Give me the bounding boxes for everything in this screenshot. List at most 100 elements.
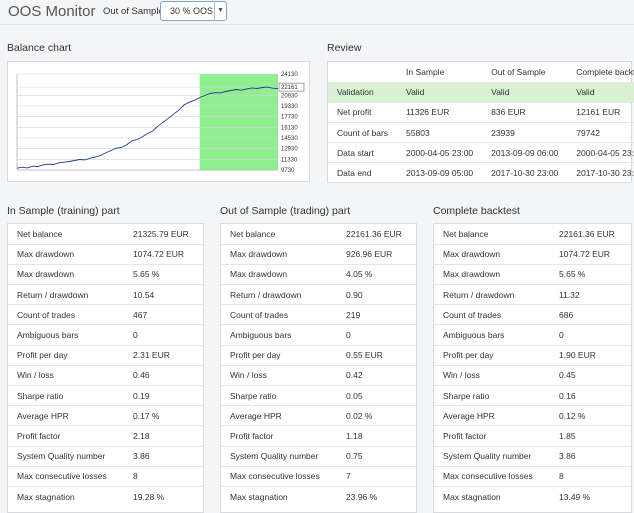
stats-label: Profit factor <box>434 425 550 447</box>
balance-chart-title: Balance chart <box>7 42 72 54</box>
chevron-down-icon: ▼ <box>214 1 226 21</box>
stats-value: 686 <box>550 304 631 325</box>
stats-label: Win / loss <box>434 364 550 386</box>
stats-label: Average HPR <box>221 405 337 426</box>
stats-value: 19.28 % <box>124 485 203 507</box>
stats-row: Profit factor 1.18 <box>221 425 416 447</box>
review-header-row: In Sample Out of Sample Complete backtest <box>328 62 634 82</box>
review-cell: 2013-09-09 05:00 <box>397 162 483 184</box>
stats-label: Win / loss <box>221 364 337 386</box>
stats-label: Sharpe ratio <box>434 384 550 406</box>
stats-title: Out of Sample (trading) part <box>220 205 351 217</box>
stats-label: System Quality number <box>8 445 124 467</box>
review-cell: 2017-10-30 23:00 <box>482 162 568 184</box>
stats-label: Max drawdown <box>8 263 124 285</box>
stats-row: Max drawdown 5.65 % <box>8 263 203 285</box>
stats-label: Average HPR <box>8 405 124 426</box>
review-cell: 79742 <box>567 122 634 143</box>
stats-label: Ambiguous bars <box>221 324 337 346</box>
stats-label: Max drawdown <box>221 263 337 285</box>
stats-value: 4.05 % <box>337 263 416 285</box>
balance-chart: 24130 22161 20930 19330 17730 16130 14530 12930… <box>16 72 305 174</box>
review-cell: 23939 <box>482 122 568 143</box>
stats-label: Return / drawdown <box>434 284 550 305</box>
stats-table: Net balance 21325.79 EUR Max drawdown 1074.… <box>8 224 203 507</box>
stats-label: Max stagnation <box>221 485 337 507</box>
review-cell: 12161 EUR <box>567 101 634 123</box>
stats-row: Ambiguous bars 0 <box>8 324 203 346</box>
stats-row: Average HPR 0.02 % <box>221 405 416 426</box>
stats-row: Sharpe ratio 0.16 <box>434 384 631 406</box>
stats-row: Average HPR 0.17 % <box>8 405 203 426</box>
stats-label: Max drawdown <box>8 243 124 265</box>
stats-value: 0.75 <box>337 445 416 467</box>
stats-row: Profit factor 1.85 <box>434 425 631 447</box>
review-cell: Valid <box>397 81 483 103</box>
y-tick-label: 20930 <box>281 93 298 99</box>
stats-value: 5.65 % <box>124 263 203 285</box>
stats-row: System Quality number 3.86 <box>434 445 631 467</box>
stats-panel: Net balance 22161.36 EUR Max drawdown 1074.… <box>433 223 632 513</box>
stats-value: 0.17 % <box>124 405 203 426</box>
stats-value: 11.32 <box>550 284 631 305</box>
review-col-header: In Sample <box>406 66 445 77</box>
stats-label: Max drawdown <box>434 243 550 265</box>
stats-row: System Quality number 0.75 <box>221 445 416 467</box>
stats-label: Ambiguous bars <box>8 324 124 346</box>
stats-row: Return / drawdown 10.54 <box>8 284 203 305</box>
y-tick-label: 16130 <box>281 125 298 131</box>
stats-value: 7 <box>337 465 416 487</box>
stats-row: Max stagnation 19.28 % <box>8 485 203 507</box>
stats-row: Max stagnation 23.96 % <box>221 485 416 507</box>
review-row: Count of bars 55803 23939 79742 <box>328 122 634 143</box>
stats-label: Max drawdown <box>221 243 337 265</box>
stats-row: Sharpe ratio 0.05 <box>221 384 416 406</box>
stats-value: 0.02 % <box>337 405 416 426</box>
stats-row: Max drawdown 926.96 EUR <box>221 243 416 265</box>
stats-label: Sharpe ratio <box>8 384 124 406</box>
y-tick-label: 11330 <box>281 157 298 163</box>
stats-title: In Sample (training) part <box>7 205 120 217</box>
stats-label: Count of trades <box>8 304 124 325</box>
stats-row: Ambiguous bars 0 <box>221 324 416 346</box>
stats-table: Net balance 22161.36 EUR Max drawdown 1074.… <box>434 224 631 507</box>
stats-value: 2.31 EUR <box>124 344 203 366</box>
stats-row: Max consecutive losses 8 <box>8 465 203 487</box>
stats-row: Profit per day 2.31 EUR <box>8 344 203 366</box>
review-title: Review <box>327 42 362 54</box>
stats-row: Max stagnation 13.49 % <box>434 485 631 507</box>
stats-value: 219 <box>337 304 416 325</box>
y-tick-label: 22161 <box>281 85 298 91</box>
stats-row: System Quality number 3.86 <box>8 445 203 467</box>
stats-row: Profit per day 1.90 EUR <box>434 344 631 366</box>
stats-label: Profit per day <box>434 344 550 366</box>
review-cell: 55803 <box>397 122 483 143</box>
stats-value: 1074.72 EUR <box>124 243 203 265</box>
review-cell: 2000-04-05 23:00 <box>567 142 634 163</box>
oos-select-value: 30 % OOS <box>170 6 214 16</box>
stats-label: System Quality number <box>221 445 337 467</box>
stats-row: Max consecutive losses 7 <box>221 465 416 487</box>
stats-value: 8 <box>124 465 203 487</box>
y-tick-label: 12930 <box>281 147 298 153</box>
stats-label: Net balance <box>230 228 276 239</box>
balance-chart-panel: 24130 22161 20930 19330 17730 16130 14530 12930… <box>7 61 310 182</box>
oos-select[interactable]: 30 % OOS ▼ <box>160 1 227 21</box>
review-panel: In Sample Out of Sample Complete backtest V… <box>327 61 634 184</box>
stats-value: 2.18 <box>124 425 203 447</box>
stats-value: 1.90 EUR <box>550 344 631 366</box>
stats-label: Count of trades <box>434 304 550 325</box>
stats-label: Max consecutive losses <box>221 465 337 487</box>
stats-value: 10.54 <box>124 284 203 305</box>
app-title: OOS Monitor <box>8 3 96 20</box>
review-cell: Data start <box>328 142 398 163</box>
y-tick-label: 14530 <box>281 136 298 142</box>
stats-label: Count of trades <box>221 304 337 325</box>
stats-label: Net balance <box>443 228 489 239</box>
stats-value: 13.49 % <box>550 485 631 507</box>
stats-value: 0.42 <box>337 364 416 386</box>
stats-panel: Net balance 22161.36 EUR Max drawdown 926.9… <box>220 223 417 513</box>
stats-row: Net balance 21325.79 EUR <box>8 224 203 244</box>
stats-value: 23.96 % <box>337 485 416 507</box>
review-cell: Data end <box>328 162 398 184</box>
